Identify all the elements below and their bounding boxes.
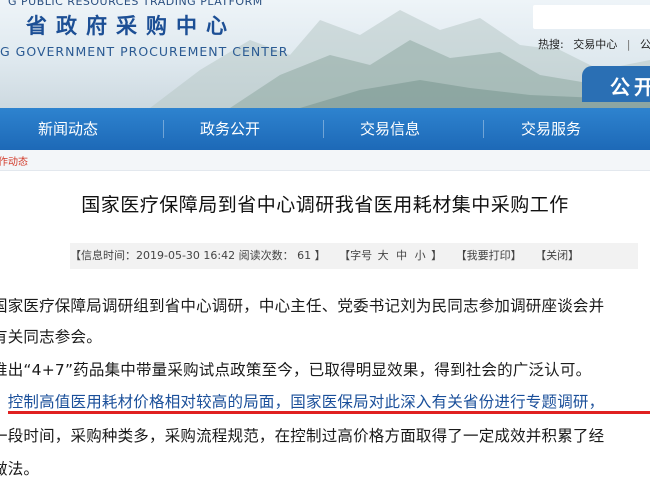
hot-link-trading-center[interactable]: 交易中心 [573,38,617,51]
article-title: 国家医疗保障局到省中心调研我省医用耗材集中采购工作 [81,194,569,216]
nav-item-government-affairs[interactable]: 政务公开 [200,108,260,150]
public-tab-badge[interactable]: 公开 [582,66,650,102]
hot-search-bar: 热搜: 交易中心 | 公 [538,36,650,52]
article-meta-bar: 【信息时间：2019-05-30 16:42 阅读次数： 61 】 【字号 大 … [70,243,638,269]
article-paragraph-line: 做法。 [0,460,40,478]
public-tab-label: 公开 [610,75,650,99]
font-size-end: 】 [431,249,443,262]
platform-english-name: G PUBLIC RESOURCES TRADING PLATFORM [8,0,263,8]
breadcrumb-current[interactable]: 作动态 [0,153,28,168]
nav-item-trading-info[interactable]: 交易信息 [360,108,420,150]
search-input[interactable] [533,5,650,29]
nav-item-trading-services[interactable]: 交易服务 [521,108,581,150]
font-size-label: 【字号 [339,249,373,262]
hot-link-separator: | [626,38,631,51]
breadcrumb: 作动态 [0,150,650,171]
site-english-title: G GOVERNMENT PROCUREMENT CENTER [0,44,289,59]
font-size-small-button[interactable]: 小 [415,249,426,262]
info-time: 【信息时间：2019-05-30 16:42 阅读次数： 61 】 [70,249,326,262]
hot-link-public[interactable]: 公 [640,38,650,51]
font-size-medium-button[interactable]: 中 [396,249,407,262]
nav-item-news[interactable]: 新闻动态 [38,108,98,150]
nav-separator [323,120,324,138]
article-paragraph-line: 国家医疗保障局调研组到省中心调研，中心主任、党委书记刘为民同志参加调研座谈会并 [0,297,605,315]
font-size-large-button[interactable]: 大 [378,249,389,262]
main-nav: 新闻动态 政务公开 交易信息 交易服务 [0,108,650,150]
print-button[interactable]: 【我要打印】 [456,249,522,262]
article-paragraph-line: 推出“4+7”药品集中带量采购试点政策至今，已取得明显效果，得到社会的广泛认可。 [0,361,592,379]
hot-search-label: 热搜: [538,38,564,51]
nav-separator [163,120,164,138]
site-chinese-title: 省政府采购中心 [26,13,236,38]
close-button[interactable]: 【关闭】 [535,249,579,262]
article-highlighted-line: 、控制高值医用耗材价格相对较高的局面，国家医保局对此深入有关省份进行专题调研， [0,393,605,411]
highlight-underline [8,411,650,414]
site-header-banner: G PUBLIC RESOURCES TRADING PLATFORM 省政府采… [0,0,650,108]
nav-separator [483,120,484,138]
article-paragraph-line: 有关同志参会。 [0,328,102,346]
article-paragraph-line: 一段时间，采购种类多，采购流程规范，在控制过高价格方面取得了一定成效并积累了经 [0,427,605,445]
